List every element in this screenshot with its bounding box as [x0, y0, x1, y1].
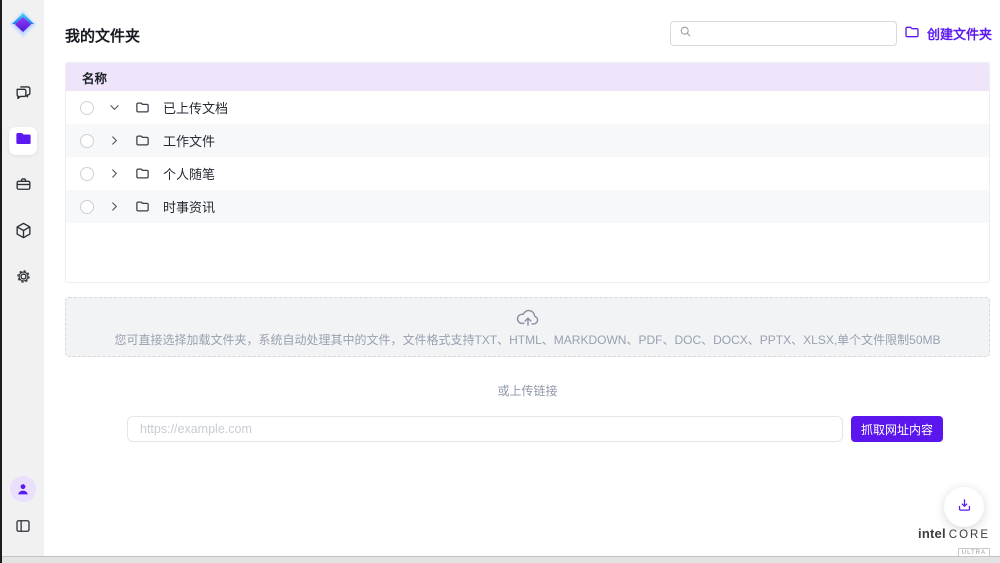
or-upload-link-label: 或上传链接 — [65, 382, 990, 399]
chevron-right-icon[interactable] — [107, 134, 121, 148]
create-folder-button[interactable]: 创建文件夹 — [904, 21, 992, 46]
cube-icon — [14, 221, 33, 245]
folder-icon — [134, 100, 150, 116]
folder-icon — [134, 199, 150, 215]
folder-table: 名称 已上传文档 工作文件 — [65, 62, 990, 283]
download-icon — [956, 497, 973, 517]
upload-dropzone[interactable]: 您可直接选择加载文件夹，系统自动处理其中的文件，文件格式支持TXT、HTML、M… — [65, 297, 990, 357]
folder-icon — [134, 133, 150, 149]
folder-filled-icon — [14, 129, 33, 153]
table-row[interactable]: 时事资讯 — [66, 190, 989, 223]
chevron-down-icon[interactable] — [107, 101, 121, 115]
chevron-right-icon[interactable] — [107, 200, 121, 214]
sidebar-item-workspace[interactable] — [9, 173, 37, 201]
table-row[interactable]: 工作文件 — [66, 124, 989, 157]
table-body: 已上传文档 工作文件 个人随笔 — [66, 91, 989, 223]
search-input[interactable] — [698, 27, 888, 41]
row-checkbox[interactable] — [80, 134, 94, 148]
table-row[interactable]: 已上传文档 — [66, 91, 989, 124]
sidebar-item-folders[interactable] — [9, 127, 37, 155]
sidebar-collapse-button[interactable] — [9, 514, 37, 542]
brand-intel-text: intel — [918, 527, 946, 540]
cloud-upload-icon — [515, 307, 541, 327]
sidebar-item-chat[interactable] — [9, 81, 37, 109]
fetch-url-button[interactable]: 抓取网址内容 — [851, 416, 943, 442]
sidebar-item-models[interactable] — [9, 219, 37, 247]
row-checkbox[interactable] — [80, 200, 94, 214]
page-title: 我的文件夹 — [65, 25, 140, 46]
table-header: 名称 — [66, 63, 989, 91]
chat-icon — [14, 83, 33, 107]
folder-plus-icon — [904, 24, 920, 43]
briefcase-icon — [14, 175, 33, 199]
brand-core-text: core — [949, 530, 990, 542]
upload-hint-text: 您可直接选择加载文件夹，系统自动处理其中的文件，文件格式支持TXT、HTML、M… — [114, 331, 940, 348]
create-folder-label: 创建文件夹 — [927, 24, 992, 43]
sidebar — [2, 0, 44, 556]
folder-name: 个人随笔 — [163, 164, 215, 183]
main-content: 我的文件夹 创建文件夹 名称 — [44, 0, 1000, 556]
column-name: 名称 — [82, 68, 107, 87]
panel-toggle-icon — [14, 517, 32, 540]
sidebar-nav — [9, 81, 37, 293]
folder-name: 工作文件 — [163, 131, 215, 150]
app-logo-icon[interactable] — [8, 9, 38, 39]
intel-core-logo: intel core ultra — [918, 527, 990, 558]
window-bottom-strip — [0, 556, 1000, 563]
window-edge — [0, 0, 2, 563]
gear-icon — [14, 267, 33, 291]
download-button[interactable] — [944, 487, 984, 527]
folder-name: 时事资讯 — [163, 197, 215, 216]
chevron-right-icon[interactable] — [107, 167, 121, 181]
sidebar-item-settings[interactable] — [9, 265, 37, 293]
table-row[interactable]: 个人随笔 — [66, 157, 989, 190]
url-input[interactable] — [127, 416, 843, 442]
user-avatar[interactable] — [10, 476, 36, 502]
sidebar-bottom — [9, 476, 37, 542]
row-checkbox[interactable] — [80, 101, 94, 115]
search-icon — [679, 25, 692, 43]
folder-name: 已上传文档 — [163, 98, 228, 117]
search-box[interactable] — [670, 21, 897, 46]
folder-icon — [134, 166, 150, 182]
row-checkbox[interactable] — [80, 167, 94, 181]
url-upload-row: 抓取网址内容 — [127, 416, 943, 442]
